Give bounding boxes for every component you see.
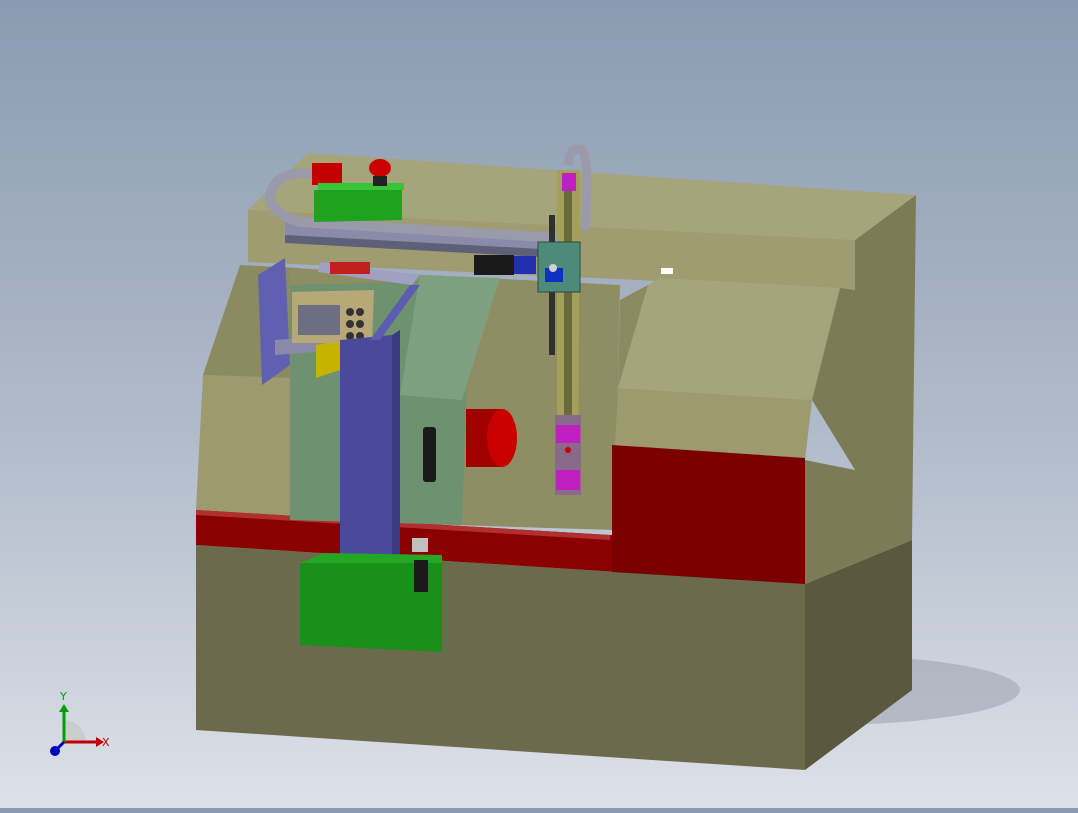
triad-arc <box>64 720 86 742</box>
red-bracket <box>312 163 342 185</box>
door-handle[interactable] <box>423 427 436 482</box>
spindle-motor[interactable] <box>466 409 517 467</box>
green-box-top <box>318 183 404 190</box>
base-front <box>196 545 805 770</box>
lamp-dome <box>369 159 391 177</box>
arm-top-cap <box>562 173 576 191</box>
pendant-arm-red <box>330 262 370 274</box>
pendant-button-3[interactable] <box>346 320 354 328</box>
coordinate-triad: X Y <box>50 690 110 756</box>
cad-model-view[interactable]: X Y <box>0 0 1078 808</box>
servo-motor[interactable] <box>474 255 536 275</box>
red-trim-right-panel <box>612 445 805 584</box>
triad-x-label: X <box>102 736 110 749</box>
servo-coupler <box>514 256 536 274</box>
pendant-button-1[interactable] <box>346 308 354 316</box>
arm-carriage <box>537 241 581 293</box>
enclosure-left-front <box>196 375 290 520</box>
lamp-base <box>373 176 387 186</box>
base-cylinder <box>414 560 428 592</box>
top-right-indicator <box>661 268 673 274</box>
pendant-button-2[interactable] <box>356 308 364 316</box>
base-valve <box>412 538 428 552</box>
column-base-green[interactable] <box>300 538 442 652</box>
spindle-face <box>487 409 517 467</box>
control-pendant[interactable] <box>292 290 374 343</box>
green-box <box>314 188 402 222</box>
carriage-knob <box>549 264 557 272</box>
right-hood-top <box>618 278 840 400</box>
pendant-screen[interactable] <box>298 305 340 335</box>
column-front <box>340 335 392 575</box>
servo-body <box>474 255 514 275</box>
triad-y-arrowhead <box>59 704 69 712</box>
gripper-jaw-upper <box>556 425 580 443</box>
triad-y-label: Y <box>59 690 67 703</box>
gripper-jaw-lower <box>556 470 580 490</box>
column-side <box>392 330 400 575</box>
pendant-button-4[interactable] <box>356 320 364 328</box>
gripper-pin <box>565 447 571 453</box>
cad-viewport[interactable]: X Y <box>0 0 1078 808</box>
triad-z-head <box>50 746 60 756</box>
gripper[interactable] <box>555 415 581 495</box>
pendant-bracket-purple <box>258 258 290 385</box>
